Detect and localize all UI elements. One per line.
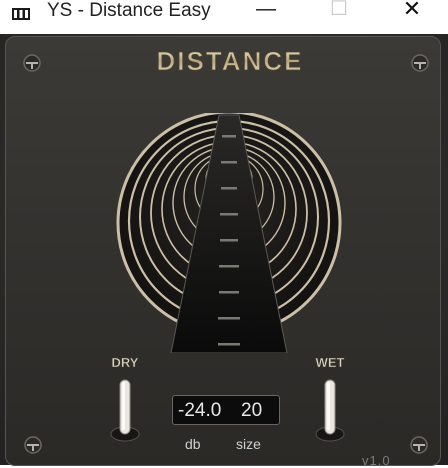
value-readout[interactable]: -24.0 20 [172, 395, 280, 425]
svg-text:WET: WET [316, 355, 345, 370]
svg-text:DRY: DRY [112, 355, 139, 370]
window-title: YS - Distance Easy [47, 0, 211, 21]
wet-label: WET [315, 355, 345, 370]
size-label: size [236, 436, 261, 452]
minimize-button[interactable]: — [243, 0, 289, 22]
screw-icon [23, 54, 41, 72]
close-button[interactable]: ✕ [389, 0, 435, 22]
maximize-button[interactable]: ☐ [316, 0, 362, 22]
logo-text: DISTANCE [157, 48, 304, 74]
db-label: db [185, 436, 201, 452]
size-value[interactable]: 20 [241, 400, 262, 422]
dry-label: DRY [111, 355, 139, 370]
wet-toggle-switch[interactable] [312, 374, 348, 444]
dry-toggle-switch[interactable] [107, 374, 143, 444]
screw-icon [411, 54, 429, 72]
window-title-bar: YS - Distance Easy — ☐ ✕ [0, 0, 448, 34]
version-label: v1.0 [362, 453, 391, 468]
screw-icon [410, 436, 428, 454]
app-icon [12, 8, 30, 20]
screw-icon [24, 436, 42, 454]
tunnel-meter [116, 113, 342, 353]
db-value[interactable]: -24.0 [178, 400, 221, 422]
distance-logo: DISTANCE [156, 48, 304, 74]
